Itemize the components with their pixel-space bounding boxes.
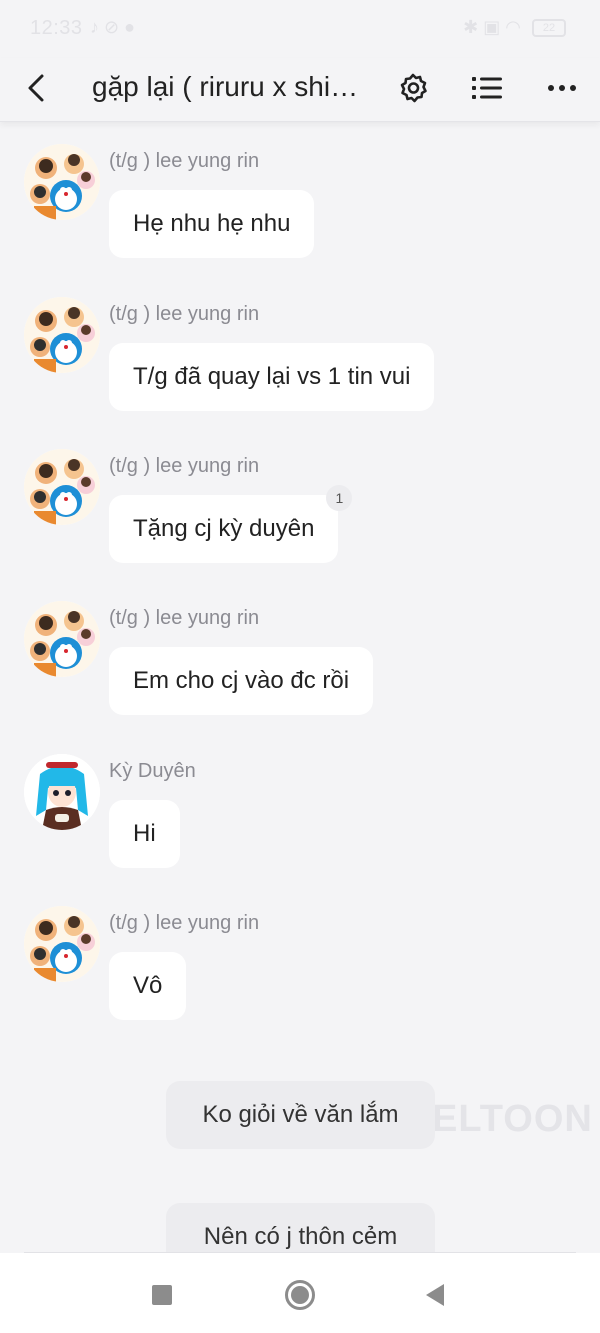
- message-bubble[interactable]: Tặng cj kỳ duyên 1: [109, 485, 353, 563]
- chat-message: (t/g ) lee yung rin Hẹ nhu hẹ nhu: [0, 124, 600, 264]
- notification-icons: ♪ ⊘ ●: [90, 17, 135, 37]
- message-bubble[interactable]: T/g đã quay lại vs 1 tin vui: [109, 343, 435, 411]
- chat-message: Kỳ Duyên Hi: [0, 734, 600, 874]
- list-icon: [472, 77, 502, 99]
- message-bubble[interactable]: Em cho cj vào đc rồi: [109, 647, 374, 715]
- message-text: Tặng cj kỳ duyên: [133, 515, 315, 542]
- circle-icon: [285, 1280, 315, 1310]
- narration-bubble[interactable]: Nên có j thôn cẻm: [166, 1203, 435, 1252]
- avatar[interactable]: [24, 601, 100, 677]
- chat-message: (t/g ) lee yung rin T/g đã quay lại vs 1…: [0, 277, 600, 417]
- sender-name: (t/g ) lee yung rin: [109, 455, 260, 477]
- message-bubble[interactable]: Hi: [109, 800, 180, 868]
- square-icon: [152, 1285, 172, 1305]
- sender-name: (t/g ) lee yung rin: [109, 607, 260, 629]
- settings-button[interactable]: [389, 64, 437, 112]
- recent-apps-button[interactable]: [140, 1273, 184, 1317]
- gear-icon: [400, 73, 427, 103]
- back-button[interactable]: [14, 66, 58, 110]
- comment-count-badge[interactable]: 1: [326, 485, 353, 511]
- sender-name: Kỳ Duyên: [109, 760, 196, 782]
- system-navigation-bar: [0, 1253, 600, 1333]
- avatar[interactable]: [24, 754, 100, 830]
- system-icons: ✱ ▣ ◠ 22: [463, 17, 566, 38]
- avatar[interactable]: [24, 144, 100, 220]
- sender-name: (t/g ) lee yung rin: [109, 912, 260, 934]
- chat-area[interactable]: (t/g ) lee yung rin Hẹ nhu hẹ nhu (t/g )…: [0, 124, 600, 1252]
- chapter-list-button[interactable]: [463, 64, 511, 112]
- battery-icon: 22: [532, 19, 566, 38]
- anime-girl-avatar-image: [24, 754, 100, 830]
- chat-title: gặp lại ( riruru x shi…: [92, 71, 359, 102]
- chat-message: (t/g ) lee yung rin Em cho cj vào đc rồi: [0, 581, 600, 721]
- narration-bubble[interactable]: Ko giỏi về văn lắm: [166, 1081, 435, 1149]
- cartoon-group-avatar-image: [24, 144, 100, 220]
- sender-name: (t/g ) lee yung rin: [109, 303, 260, 325]
- cartoon-group-avatar-image: [24, 449, 100, 525]
- cartoon-group-avatar-image: [24, 601, 100, 677]
- chat-message: (t/g ) lee yung rin Vô: [0, 886, 600, 1026]
- message-bubble[interactable]: Hẹ nhu hẹ nhu: [109, 190, 315, 258]
- status-time: 12:33: [30, 17, 83, 39]
- home-button[interactable]: [278, 1273, 322, 1317]
- cartoon-group-avatar-image: [24, 297, 100, 373]
- status-bar: 12:33 ♪ ⊘ ● ✱ ▣ ◠ 22: [0, 0, 600, 58]
- triangle-back-icon: [426, 1284, 444, 1306]
- back-nav-button[interactable]: [413, 1273, 457, 1317]
- message-bubble[interactable]: Vô: [109, 952, 187, 1020]
- back-arrow-icon: [28, 74, 44, 102]
- sender-name: (t/g ) lee yung rin: [109, 150, 260, 172]
- wifi-icon: ◠: [505, 17, 521, 37]
- more-options-button[interactable]: [538, 64, 586, 112]
- cartoon-group-avatar-image: [24, 906, 100, 982]
- avatar[interactable]: [24, 449, 100, 525]
- more-dots-icon: [548, 85, 576, 91]
- avatar[interactable]: [24, 906, 100, 982]
- bluetooth-icon: ✱: [463, 17, 479, 37]
- chat-message: (t/g ) lee yung rin Tặng cj kỳ duyên 1: [0, 429, 600, 569]
- sim-icon: ▣: [483, 17, 501, 37]
- avatar[interactable]: [24, 297, 100, 373]
- chat-header: gặp lại ( riruru x shi…: [0, 58, 600, 122]
- watermark: ELTOON: [432, 1098, 593, 1140]
